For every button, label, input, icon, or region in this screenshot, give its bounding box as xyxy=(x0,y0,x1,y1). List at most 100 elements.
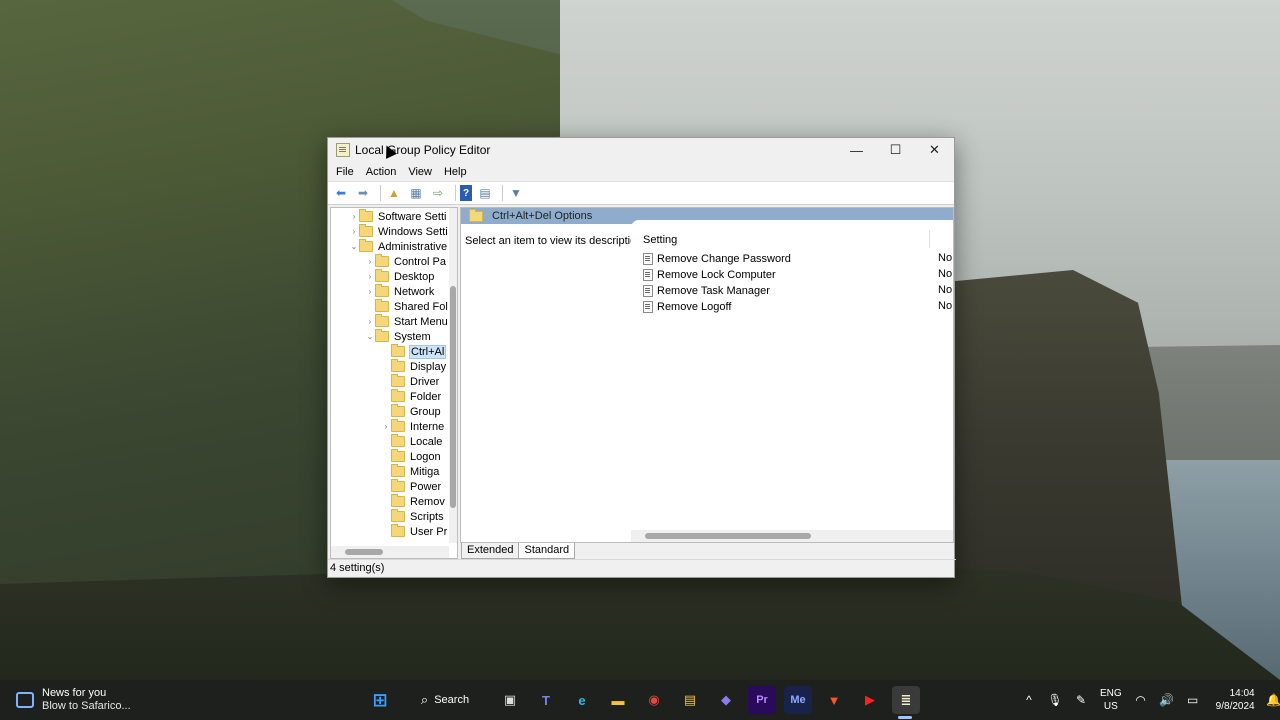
tree-item-network[interactable]: › Network xyxy=(365,284,434,299)
folder-icon xyxy=(375,329,389,342)
tab-standard[interactable]: Standard xyxy=(518,543,576,559)
folder-icon xyxy=(375,254,389,267)
tree-item-power[interactable]: Power xyxy=(381,479,441,494)
menu-file[interactable]: File xyxy=(332,166,362,178)
file-explorer-icon[interactable]: ▬ xyxy=(604,686,632,714)
tree-pane[interactable]: › Software Setti › Windows Setti ⌄ Administ… xyxy=(330,207,458,559)
news-widget[interactable]: News for you Blow to Safarico... xyxy=(16,687,131,713)
copilot-icon[interactable]: ◆ xyxy=(712,686,740,714)
tree-item-ctrl-alt-del[interactable]: Ctrl+Al xyxy=(381,344,447,359)
premiere-icon[interactable]: Pr xyxy=(748,686,776,714)
up-folder-icon[interactable]: ▲ xyxy=(385,185,403,201)
column-header-setting[interactable]: Setting xyxy=(643,234,677,246)
forward-arrow-icon[interactable]: ➡ xyxy=(354,185,372,201)
tree-item-windows-settings[interactable]: › Windows Setti xyxy=(349,224,448,239)
chevron-right-icon[interactable]: › xyxy=(381,422,391,431)
tree-vertical-scrollbar[interactable] xyxy=(449,208,457,543)
folder-icon xyxy=(375,284,389,297)
volume-icon[interactable]: 🔊 xyxy=(1157,693,1177,707)
media-encoder-icon[interactable]: Me xyxy=(784,686,812,714)
folder-icon xyxy=(391,404,405,417)
back-arrow-icon[interactable]: ⬅ xyxy=(332,185,350,201)
task-view-icon[interactable]: ▣ xyxy=(496,686,524,714)
chevron-right-icon[interactable]: › xyxy=(349,212,359,221)
tree-item-driver[interactable]: Driver xyxy=(381,374,439,389)
wifi-icon[interactable]: ◠ xyxy=(1131,693,1151,707)
export-list-icon[interactable]: ⇨ xyxy=(429,185,447,201)
search-button[interactable]: ⌕ Search xyxy=(404,686,486,714)
tree-item-logon[interactable]: Logon xyxy=(381,449,441,464)
tree-item-control-panel[interactable]: › Control Pa xyxy=(365,254,446,269)
chevron-right-icon[interactable]: › xyxy=(365,272,375,281)
tree-item-system[interactable]: ⌄ System xyxy=(365,329,431,344)
folder-icon xyxy=(391,509,405,522)
setting-row[interactable]: Remove Task Manager xyxy=(643,283,770,298)
gpedit-app-icon xyxy=(336,143,350,157)
setting-row[interactable]: Remove Logoff xyxy=(643,299,731,314)
setting-state: No xyxy=(938,252,953,264)
tree-item-removable[interactable]: Remov xyxy=(381,494,445,509)
maximize-button[interactable]: ☐ xyxy=(876,138,915,162)
youtube-icon[interactable]: ▶ xyxy=(856,686,884,714)
tree-item-desktop[interactable]: › Desktop xyxy=(365,269,434,284)
tree-item-display[interactable]: Display xyxy=(381,359,446,374)
chevron-down-icon[interactable]: ⌄ xyxy=(365,332,375,341)
tree-item-mitigation[interactable]: Mitiga xyxy=(381,464,439,479)
chevron-right-icon[interactable]: › xyxy=(365,287,375,296)
folder-icon xyxy=(391,344,405,357)
setting-state: No xyxy=(938,268,953,280)
notification-bell-icon[interactable]: 🔔 xyxy=(1264,693,1280,707)
news-title: News for you xyxy=(42,687,107,699)
chevron-right-icon[interactable]: › xyxy=(365,317,375,326)
tree-item-group[interactable]: Group xyxy=(381,404,441,419)
chrome-icon[interactable]: ◉ xyxy=(640,686,668,714)
battery-icon[interactable]: ▭ xyxy=(1183,693,1203,707)
microphone-icon[interactable]: 🎙 xyxy=(1045,693,1065,707)
chevron-right-icon[interactable]: › xyxy=(365,257,375,266)
tree-horizontal-scrollbar[interactable] xyxy=(331,546,449,558)
tree-item-administrative[interactable]: ⌄ Administrative xyxy=(349,239,447,254)
edge-icon[interactable]: e xyxy=(568,686,596,714)
folder-icon xyxy=(391,524,405,537)
help-icon[interactable]: ? xyxy=(460,185,472,201)
tree-item-scripts[interactable]: Scripts xyxy=(381,509,444,524)
chevron-up-icon[interactable]: ^ xyxy=(1019,693,1039,707)
pen-icon[interactable]: ✎ xyxy=(1071,693,1091,707)
tree-item-software-settings[interactable]: › Software Setti xyxy=(349,209,446,224)
close-button[interactable]: ✕ xyxy=(915,138,954,162)
column-divider[interactable] xyxy=(929,230,930,248)
menu-view[interactable]: View xyxy=(404,166,440,178)
folder-icon xyxy=(391,389,405,402)
show-hide-tree-icon[interactable]: ▦ xyxy=(407,185,425,201)
menu-help[interactable]: Help xyxy=(440,166,475,178)
minimize-button[interactable]: — xyxy=(837,138,876,162)
title-bar[interactable]: Local Group Policy Editor — ☐ ✕ xyxy=(328,138,954,162)
scroll-thumb[interactable] xyxy=(645,533,811,539)
tree-item-folder[interactable]: Folder xyxy=(381,389,441,404)
teams-icon[interactable]: T xyxy=(532,686,560,714)
menu-bar: File Action View Help xyxy=(328,162,954,181)
tree-item-start-menu[interactable]: › Start Menu xyxy=(365,314,448,329)
setting-row[interactable]: Remove Lock Computer xyxy=(643,267,776,282)
tree-item-user-profiles[interactable]: User Pr xyxy=(381,524,447,539)
chevron-right-icon[interactable]: › xyxy=(349,227,359,236)
tree-item-locale[interactable]: Locale xyxy=(381,434,442,449)
menu-action[interactable]: Action xyxy=(362,166,405,178)
chevron-down-icon[interactable]: ⌄ xyxy=(349,242,359,251)
tree-item-shared-folders[interactable]: Shared Fol xyxy=(365,299,448,314)
store-icon[interactable]: ▤ xyxy=(676,686,704,714)
scroll-thumb[interactable] xyxy=(345,549,383,555)
brave-icon[interactable]: ▼ xyxy=(820,686,848,714)
properties-icon[interactable]: ▤ xyxy=(476,185,494,201)
filter-icon[interactable]: ▼ xyxy=(507,185,525,201)
group-policy-editor-window: Local Group Policy Editor — ☐ ✕ File Act… xyxy=(327,137,956,578)
setting-row[interactable]: Remove Change Password xyxy=(643,251,791,266)
clock[interactable]: 14:04 9/8/2024 xyxy=(1216,687,1255,713)
notepad-icon[interactable]: ≣ xyxy=(892,686,920,714)
details-horizontal-scrollbar[interactable] xyxy=(631,530,953,542)
tab-extended[interactable]: Extended xyxy=(461,543,520,559)
scroll-thumb[interactable] xyxy=(450,286,456,508)
language-indicator[interactable]: ENG US xyxy=(1100,687,1122,713)
tree-item-internet[interactable]: › Interne xyxy=(381,419,444,434)
start-icon[interactable]: ⊞ xyxy=(366,686,394,714)
